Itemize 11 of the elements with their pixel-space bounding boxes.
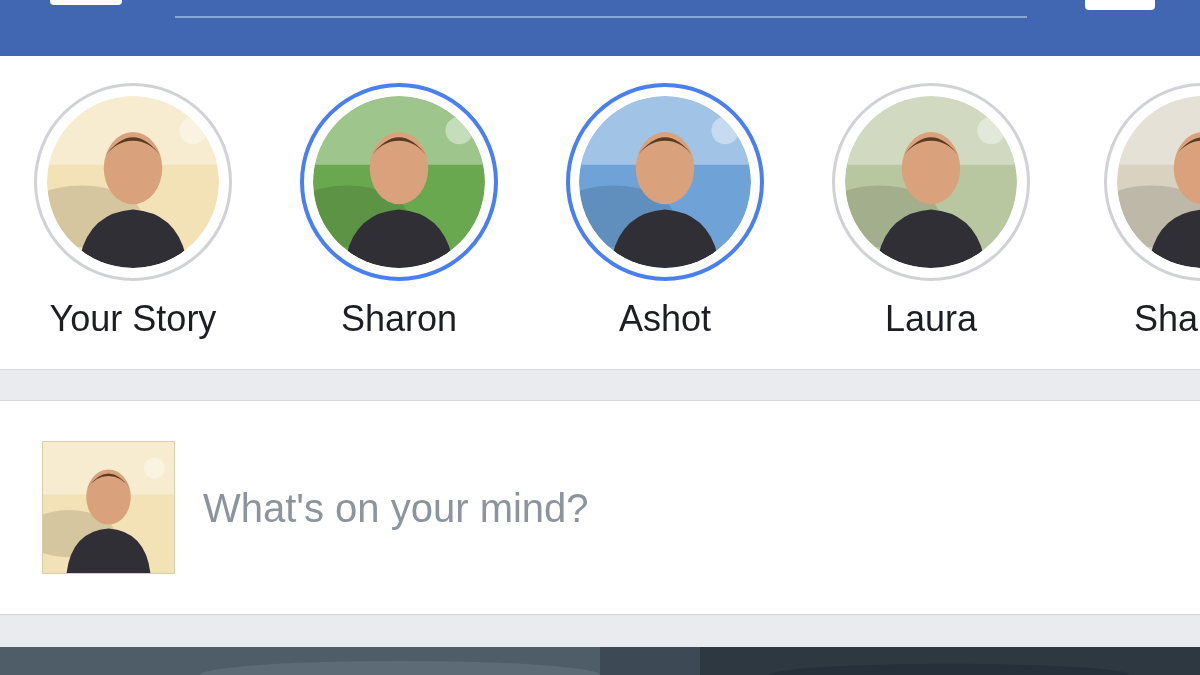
story-name: Sharon [340,297,458,341]
story-item[interactable]: Sha [1064,56,1200,369]
story-name: Laura [884,297,978,341]
story-item[interactable]: Laura [798,56,1064,369]
story-item[interactable]: Sharon [266,56,532,369]
story-name: Sha [1134,297,1199,341]
story-item[interactable]: Ashot [532,56,798,369]
story-name: Your Story [49,297,217,341]
story-name: Ashot [618,297,712,341]
story-item[interactable]: Your Story [0,56,266,369]
status-input[interactable]: What's on your mind? [203,477,1103,538]
